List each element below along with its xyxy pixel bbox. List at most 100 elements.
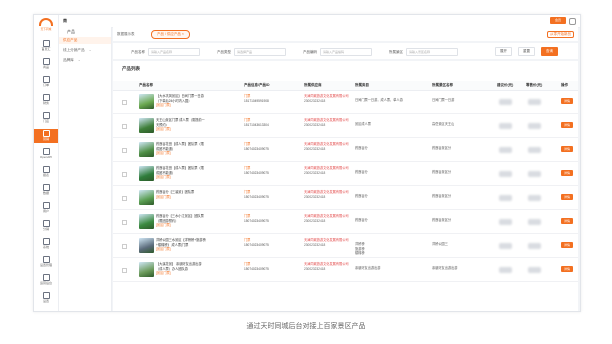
product-thumbnail bbox=[139, 214, 154, 229]
supplier-code: 230023232418 bbox=[304, 170, 326, 175]
tab-supply-product[interactable]: 产品 / 供应产品 × bbox=[151, 30, 190, 39]
nav-item[interactable]: OpenAPI bbox=[34, 147, 58, 161]
row-checkbox[interactable] bbox=[122, 244, 127, 249]
product-tag: [景区门票] bbox=[156, 194, 171, 199]
product-tag: [景区门票] bbox=[156, 271, 171, 276]
product-name[interactable]: 天王山景区门票 成人票（需提前一天预约） [景区门票] bbox=[156, 118, 206, 132]
expand-button[interactable]: 展开 bbox=[495, 47, 512, 56]
nav-item[interactable]: 首页汇 bbox=[34, 39, 58, 53]
product-name[interactable]: 【大溪花景】 亲朋好友出游出游（成人票）办人团队游 [景区门票] bbox=[156, 262, 206, 276]
product-name[interactable]: 【大水坑风景区】日间门票一日游（下单后24小时内入园） [景区门票] bbox=[156, 94, 206, 108]
product-name-input[interactable]: 请输入产品名称 bbox=[148, 48, 200, 56]
primary-nav: 天下同城 首页汇 商品 订单 财务 门店 营销 OpenAPI 报表 数据 用户 分销 系统 设置管理运… bbox=[34, 15, 59, 311]
nav-icon bbox=[42, 184, 50, 191]
tabs-bar: 数据展示表 产品 / 供应产品 × 从零开始新品 bbox=[113, 27, 578, 41]
category: 亲朋好友出游出游 bbox=[355, 266, 381, 270]
detail-button[interactable]: 详情 bbox=[561, 218, 573, 224]
col-info: 产品信息/产品ID bbox=[244, 83, 270, 87]
new-product-button[interactable]: 从零开始新品 bbox=[547, 31, 574, 38]
table-row[interactable]: 【大溪花景】 亲朋好友出游出游（成人票）办人团队游 [景区门票] 门票 1507402… bbox=[113, 259, 578, 282]
row-checkbox[interactable] bbox=[122, 100, 127, 105]
detail-button[interactable]: 详情 bbox=[561, 266, 573, 272]
detail-button[interactable]: 详情 bbox=[561, 194, 573, 200]
row-checkbox[interactable] bbox=[122, 172, 127, 177]
supplier: 天津同城旅游文化发展有限公司 230023232418 bbox=[304, 142, 356, 151]
table-row[interactable]: 天王山景区门票 成人票（需提前一天预约） [景区门票] 门票 151710436133… bbox=[113, 115, 578, 138]
scenic-name-input[interactable]: 请输入景区名称 bbox=[406, 48, 458, 56]
scenic-name: 亲朋好友出游出游 bbox=[432, 266, 458, 270]
query-button[interactable]: 查询 bbox=[541, 47, 558, 56]
nav-item[interactable]: 设置 bbox=[34, 291, 58, 305]
reset-button[interactable]: 重置 bbox=[518, 47, 535, 56]
nav-icon bbox=[42, 292, 50, 299]
product-name[interactable]: 洋桥公园三水景区【洋桥桥+旅游桥+楼梯桥】 成人票|门票 [景区门票] bbox=[156, 238, 206, 252]
product-type-select[interactable]: 请选择产品 bbox=[234, 48, 286, 56]
nav-item[interactable]: 报表 bbox=[34, 165, 58, 179]
row-checkbox[interactable] bbox=[122, 268, 127, 273]
nav-item[interactable]: 运营后台 bbox=[34, 273, 58, 287]
nav-item[interactable]: 分销 bbox=[34, 219, 58, 233]
nav-icon bbox=[42, 238, 50, 245]
table-row[interactable]: 药莲谷分【三溪景】团队票 [景区门票] 门票 15074023409075 天津同城旅游… bbox=[113, 187, 578, 210]
product-name[interactable]: 药莲谷分【三溪景】团队票 [景区门票] bbox=[156, 190, 206, 199]
bell-icon[interactable] bbox=[569, 18, 576, 25]
scenic-name: 药莲谷景区分 bbox=[432, 170, 452, 174]
filter-product-name: 产品名称 请输入产品名称 bbox=[131, 48, 200, 56]
detail-button[interactable]: 详情 bbox=[561, 122, 573, 128]
supplier-code: 230023232418 bbox=[304, 146, 326, 151]
product-name[interactable]: 药莲谷花田【成人票】团队票（限成团不能退） [景区门票] bbox=[156, 166, 206, 180]
nav-item[interactable]: 订单 bbox=[34, 75, 58, 89]
nav-icon bbox=[42, 40, 50, 47]
filter-label: 产品类型 bbox=[217, 49, 231, 54]
subnav-item-supply[interactable]: 供应产品 bbox=[59, 37, 111, 44]
product-name[interactable]: 药莲谷花田【成人票】团队票（限成团不能退） [景区门票] bbox=[156, 142, 206, 156]
nav-label: 用户 bbox=[42, 209, 49, 213]
table-row[interactable]: 【大水坑风景区】日间门票一日游（下单后24小时内入园） [景区门票] 门票 15171… bbox=[113, 91, 578, 114]
row-checkbox[interactable] bbox=[122, 196, 127, 201]
nav-item[interactable]: 用户 bbox=[34, 201, 58, 215]
product-thumbnail bbox=[139, 166, 154, 181]
product-tag: [景区门票] bbox=[156, 151, 171, 156]
subnav-item-label: 供应产品 bbox=[63, 38, 78, 42]
detail-button[interactable]: 详情 bbox=[561, 98, 573, 104]
detail-button[interactable]: 详情 bbox=[561, 146, 573, 152]
subnav-item-brand[interactable]: 品牌库 ⌄ bbox=[63, 58, 81, 63]
nav-item[interactable]: 数据 bbox=[34, 183, 58, 197]
nav-label: 系统 bbox=[42, 245, 49, 249]
nav-item[interactable]: 营销 bbox=[34, 129, 58, 143]
main-content: 数据展示表 产品 / 供应产品 × 从零开始新品 产品名称 请输入产品名称 产品类… bbox=[113, 27, 578, 311]
subnav-item-online[interactable]: 线上分销产品 ⌄ bbox=[63, 48, 92, 53]
table-row[interactable]: 洋桥公园三水景区【洋桥桥+旅游桥+楼梯桥】 成人票|门票 [景区门票] 门票 1507… bbox=[113, 235, 578, 258]
product-tag: [景区门票] bbox=[156, 103, 171, 108]
nav-label: 首页汇 bbox=[41, 47, 51, 51]
row-checkbox[interactable] bbox=[122, 220, 127, 225]
table-row[interactable]: 药莲谷花田【成人票】团队票（限成团不能退） [景区门票] 门票 15074023409… bbox=[113, 139, 578, 162]
detail-button[interactable]: 详情 bbox=[561, 170, 573, 176]
product-thumbnail bbox=[139, 94, 154, 109]
retail-price-redacted bbox=[528, 123, 541, 129]
supplier-code: 230023232418 bbox=[304, 194, 326, 199]
product-id: 15074023409075 bbox=[244, 242, 269, 247]
nav-item[interactable]: 系统 bbox=[34, 237, 58, 251]
breadcrumb: 商 bbox=[63, 18, 67, 23]
nav-icon bbox=[42, 112, 50, 119]
row-checkbox[interactable] bbox=[122, 124, 127, 129]
table-row[interactable]: 药莲谷花田【成人票】团队票（限成团不能退） [景区门票] 门票 15074023409… bbox=[113, 163, 578, 186]
user-button[interactable]: 会员 bbox=[550, 17, 566, 24]
detail-button[interactable]: 详情 bbox=[561, 242, 573, 248]
nav-label: 设置 bbox=[42, 299, 49, 303]
list-title: 产品列表 bbox=[122, 66, 140, 71]
nav-item[interactable]: 门店 bbox=[34, 111, 58, 125]
product-code-input[interactable]: 请输入产品编码 bbox=[320, 48, 372, 56]
nav-item[interactable]: 财务 bbox=[34, 93, 58, 107]
product-name[interactable]: 药莲谷分【三水小江景区】团队票（限团游预约） [景区门票] bbox=[156, 214, 206, 228]
table-row[interactable]: 药莲谷分【三水小江景区】团队票（限团游预约） [景区门票] 门票 1507402340… bbox=[113, 211, 578, 234]
row-checkbox[interactable] bbox=[122, 148, 127, 153]
product-thumbnail bbox=[139, 262, 154, 277]
nav-item[interactable]: 商品 bbox=[34, 57, 58, 71]
retail-price-redacted bbox=[528, 219, 541, 225]
nav-item[interactable]: 设置管理 bbox=[34, 255, 58, 269]
nav-label: OpenAPI bbox=[39, 155, 53, 159]
suggest-price-redacted bbox=[499, 99, 512, 105]
supplier-code: 230023232418 bbox=[304, 98, 326, 103]
